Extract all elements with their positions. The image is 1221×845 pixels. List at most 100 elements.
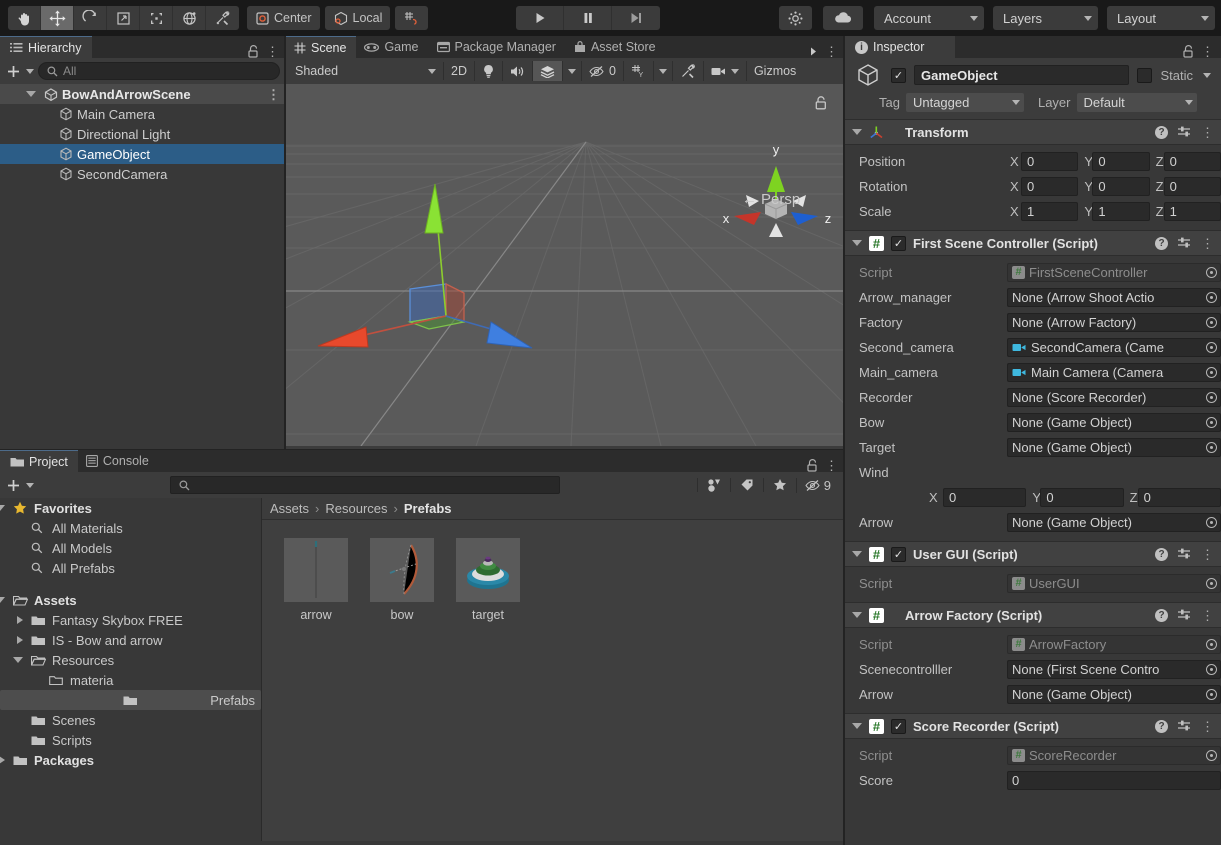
- project-tree-item-resources[interactable]: Resources: [0, 650, 261, 670]
- component-header[interactable]: Transform? ⋮: [845, 119, 1221, 145]
- component-header[interactable]: # ✓ User GUI (Script)? ⋮: [845, 541, 1221, 567]
- object-field[interactable]: SecondCamera (Came: [1007, 338, 1202, 357]
- toggle-2d-button[interactable]: 2D: [444, 61, 475, 81]
- scene-viewport[interactable]: y x z ← Persp: [286, 84, 845, 446]
- hierarchy-add-button[interactable]: [6, 64, 34, 79]
- fx-dropdown[interactable]: [563, 61, 582, 81]
- rotate-tool-button[interactable]: [74, 6, 107, 30]
- field-z[interactable]: 0: [1163, 152, 1221, 171]
- tab-asset-store[interactable]: Asset Store: [566, 36, 666, 58]
- step-button[interactable]: [612, 6, 661, 30]
- preset-icon[interactable]: [1177, 608, 1192, 622]
- play-button[interactable]: [516, 6, 565, 30]
- preset-icon[interactable]: [1177, 547, 1192, 561]
- breadcrumb-item[interactable]: Assets: [270, 501, 309, 516]
- component-menu-icon[interactable]: ⋮: [1201, 237, 1214, 250]
- help-icon[interactable]: ?: [1155, 547, 1168, 561]
- tab-hierarchy[interactable]: Hierarchy: [0, 36, 92, 58]
- project-tree-item-favorites[interactable]: Favorites: [0, 498, 261, 518]
- toggle-fx-button[interactable]: [532, 61, 563, 81]
- tab-scene[interactable]: Scene: [286, 36, 357, 58]
- transform-tool-button[interactable]: [173, 6, 206, 30]
- object-field[interactable]: None (Game Object): [1007, 413, 1202, 432]
- component-enabled-checkbox[interactable]: ✓: [891, 235, 906, 251]
- project-tree-item-scripts[interactable]: Scripts: [0, 730, 261, 750]
- toggle-lighting-button[interactable]: [475, 61, 503, 81]
- field-x[interactable]: 0: [1021, 177, 1079, 196]
- project-menu-icon[interactable]: ⋮: [825, 459, 838, 472]
- project-tree-item-is-bow-and-arrow[interactable]: IS - Bow and arrow: [0, 630, 261, 650]
- object-picker-button[interactable]: [1202, 438, 1221, 457]
- scene-lock-icon[interactable]: [815, 96, 827, 110]
- expand-arrow[interactable]: [0, 597, 8, 603]
- gameobject-enabled-checkbox[interactable]: ✓: [891, 67, 906, 83]
- object-picker-button[interactable]: [1202, 660, 1221, 679]
- object-field[interactable]: None (Game Object): [1007, 513, 1202, 532]
- help-icon[interactable]: ?: [1155, 125, 1168, 139]
- component-menu-icon[interactable]: ⋮: [1201, 720, 1214, 733]
- lock-icon[interactable]: [1183, 45, 1194, 58]
- filter-by-label-button[interactable]: [729, 478, 763, 492]
- project-tree-item-scenes[interactable]: Scenes: [0, 710, 261, 730]
- object-picker-button[interactable]: [1202, 288, 1221, 307]
- tab-project[interactable]: Project: [0, 450, 78, 472]
- breadcrumb-item[interactable]: Resources: [325, 501, 387, 516]
- hierarchy-item-directional-light[interactable]: Directional Light: [0, 124, 286, 144]
- object-field[interactable]: None (Score Recorder): [1007, 388, 1202, 407]
- object-picker-button[interactable]: [1202, 413, 1221, 432]
- expand-arrow[interactable]: [0, 636, 26, 644]
- object-picker-button[interactable]: [1202, 513, 1221, 532]
- hand-tool-button[interactable]: [8, 6, 41, 30]
- gameobject-name-input[interactable]: GameObject: [914, 65, 1130, 85]
- script-field[interactable]: # ScoreRecorder: [1007, 746, 1202, 765]
- field-y[interactable]: 0: [1040, 488, 1124, 507]
- chevron-down-icon[interactable]: [1203, 72, 1211, 78]
- object-field[interactable]: None (First Scene Contro: [1007, 660, 1202, 679]
- filter-by-type-button[interactable]: [696, 478, 730, 492]
- tag-dropdown[interactable]: Untagged: [905, 92, 1024, 112]
- pivot-rotation-button[interactable]: Local: [324, 6, 391, 30]
- object-field[interactable]: None (Game Object): [1007, 685, 1202, 704]
- component-header[interactable]: # ✓ First Scene Controller (Script)? ⋮: [845, 230, 1221, 256]
- object-picker-button[interactable]: [1202, 574, 1221, 593]
- layout-dropdown[interactable]: Layout: [1107, 6, 1215, 30]
- project-tree-item-packages[interactable]: Packages: [0, 750, 261, 770]
- tab-inspector[interactable]: i Inspector: [845, 36, 955, 58]
- component-foldout-arrow[interactable]: [852, 129, 862, 135]
- object-picker-button[interactable]: [1202, 363, 1221, 382]
- preset-icon[interactable]: [1177, 719, 1192, 733]
- project-tree-item-all-prefabs[interactable]: All Prefabs: [0, 558, 261, 578]
- component-foldout-arrow[interactable]: [852, 723, 862, 729]
- breadcrumb-item[interactable]: Prefabs: [404, 501, 452, 516]
- field-x[interactable]: 0: [1021, 152, 1079, 171]
- pivot-mode-button[interactable]: Center: [247, 6, 320, 30]
- field-y[interactable]: 1: [1092, 202, 1150, 221]
- shading-mode-dropdown[interactable]: Shaded: [288, 61, 443, 81]
- field-y[interactable]: 0: [1092, 152, 1150, 171]
- object-field[interactable]: None (Arrow Shoot Actio: [1007, 288, 1202, 307]
- asset-item-arrow[interactable]: arrow: [284, 538, 348, 622]
- hierarchy-item-main-camera[interactable]: Main Camera: [0, 104, 286, 124]
- component-foldout-arrow[interactable]: [852, 612, 862, 618]
- project-tree-item-materia[interactable]: materia: [0, 670, 261, 690]
- scene-visibility-toggle[interactable]: Y: [624, 61, 654, 81]
- account-dropdown[interactable]: Account: [874, 6, 984, 30]
- scene-tools-button[interactable]: [673, 61, 704, 81]
- divider-main-inspector[interactable]: [843, 36, 845, 845]
- component-menu-icon[interactable]: ⋮: [1201, 548, 1214, 561]
- project-tree-item-assets[interactable]: Assets: [0, 590, 261, 610]
- camera-settings-button[interactable]: [704, 61, 747, 81]
- lock-icon[interactable]: [807, 459, 818, 472]
- project-tree-item-fantasy-skybox-free[interactable]: Fantasy Skybox FREE: [0, 610, 261, 630]
- scene-menu-icon[interactable]: ⋮: [825, 45, 838, 58]
- script-field[interactable]: # ArrowFactory: [1007, 635, 1202, 654]
- object-field[interactable]: None (Arrow Factory): [1007, 313, 1202, 332]
- script-field[interactable]: # UserGUI: [1007, 574, 1202, 593]
- field-x[interactable]: 1: [1021, 202, 1079, 221]
- object-picker-button[interactable]: [1202, 338, 1221, 357]
- component-header[interactable]: # Arrow Factory (Script)? ⋮: [845, 602, 1221, 628]
- preset-icon[interactable]: [1177, 236, 1192, 250]
- asset-item-target[interactable]: target: [456, 538, 520, 622]
- hierarchy-item-secondcamera[interactable]: SecondCamera: [0, 164, 286, 184]
- asset-item-bow[interactable]: bow: [370, 538, 434, 622]
